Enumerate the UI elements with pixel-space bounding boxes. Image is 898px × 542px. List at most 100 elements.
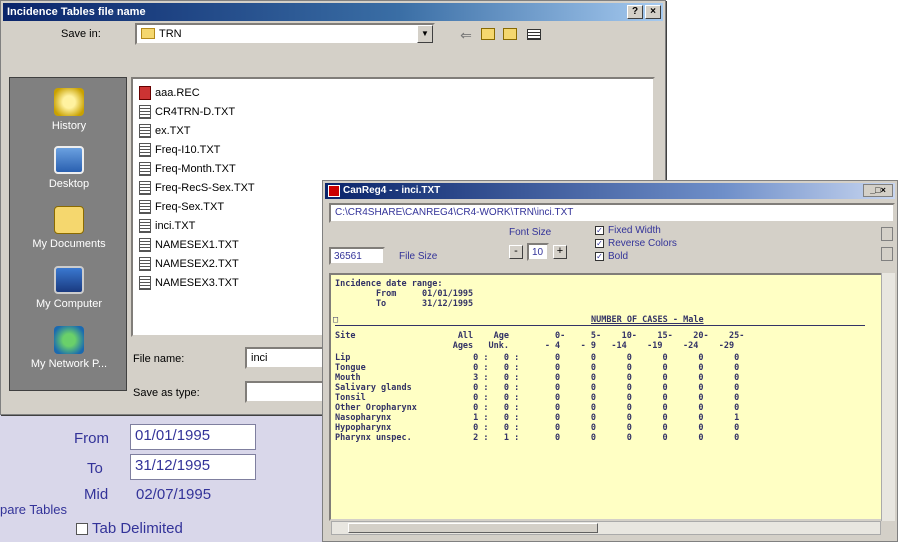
to-label: To	[87, 460, 103, 477]
from-date-field[interactable]: 01/01/1995	[130, 424, 256, 450]
place-desktop[interactable]: Desktop	[10, 146, 128, 190]
report-line: Salivary glands 0 : 0 : 0 0 0 0 0 0	[335, 383, 740, 393]
place-label: Desktop	[48, 178, 90, 190]
font-decrease-button[interactable]: -	[509, 245, 523, 259]
report-divider	[335, 325, 865, 326]
file-name: inci.TXT	[155, 220, 196, 232]
text-file-icon	[139, 238, 151, 253]
help-button[interactable]: ?	[627, 5, 643, 19]
report-line: Mouth 3 : 0 : 0 0 0 0 0 0	[335, 373, 740, 383]
text-file-icon	[139, 257, 151, 272]
bold-checkbox[interactable]: ✓ Bold	[595, 251, 628, 262]
tab-delimited-checkbox[interactable]: Tab Delimited	[76, 520, 183, 537]
chevron-down-icon[interactable]: ▼	[417, 25, 433, 43]
file-name: Freq-RecS-Sex.TXT	[155, 182, 255, 194]
report-line: Lip 0 : 0 : 0 0 0 0 0 0	[335, 353, 740, 363]
back-arrow-icon[interactable]: ⇐	[457, 27, 475, 43]
report-line: Tonsil 0 : 0 : 0 0 0 0 0 0	[335, 393, 740, 403]
to-date-field[interactable]: 31/12/1995	[130, 454, 256, 480]
canreg-title: CanReg4 - - inci.TXT	[343, 185, 441, 196]
side-button[interactable]	[881, 247, 893, 261]
file-name: aaa.REC	[155, 87, 200, 99]
list-item[interactable]: inci.TXT	[139, 218, 195, 234]
list-item[interactable]: Freq-I10.TXT	[139, 142, 220, 158]
place-my-computer[interactable]: My Computer	[10, 266, 128, 310]
report-line: Incidence date range:	[335, 279, 443, 289]
network-icon	[54, 326, 84, 354]
save-in-label: Save in:	[61, 28, 101, 40]
list-item[interactable]: ex.TXT	[139, 123, 190, 139]
scroll-thumb[interactable]	[348, 523, 598, 533]
file-name: NAMESEX1.TXT	[155, 239, 239, 251]
new-folder-icon[interactable]	[501, 27, 519, 43]
text-file-icon	[139, 105, 151, 120]
list-item[interactable]: CR4TRN-D.TXT	[139, 104, 235, 120]
list-item[interactable]: Freq-RecS-Sex.TXT	[139, 180, 255, 196]
list-item[interactable]: NAMESEX1.TXT	[139, 237, 239, 253]
up-folder-icon[interactable]	[479, 27, 497, 43]
checkmark-icon: ✓	[595, 238, 604, 248]
place-label: My Documents	[32, 238, 106, 250]
file-name: Freq-I10.TXT	[155, 144, 221, 156]
list-item[interactable]: aaa.REC	[139, 85, 200, 101]
save-in-value: TRN	[159, 28, 182, 40]
file-size-value: 36561	[329, 247, 385, 265]
view-menu-icon[interactable]	[525, 27, 543, 43]
report-text-area[interactable]: Incidence date range: From 01/01/1995 To…	[329, 273, 889, 521]
vertical-scrollbar[interactable]	[881, 273, 895, 521]
places-bar: History Desktop My Documents My Computer…	[9, 77, 127, 391]
text-file-icon	[139, 200, 151, 215]
horizontal-scrollbar[interactable]	[331, 521, 881, 535]
save-in-dropdown[interactable]: TRN ▼	[135, 23, 435, 45]
checkmark-icon: ✓	[595, 225, 604, 235]
from-label: From	[74, 430, 109, 447]
report-line: Hypopharynx 0 : 0 : 0 0 0 0 0 0	[335, 423, 740, 433]
file-name: Freq-Sex.TXT	[155, 201, 225, 213]
place-my-network[interactable]: My Network P...	[10, 326, 128, 370]
place-label: My Network P...	[30, 358, 108, 370]
report-line: Tongue 0 : 0 : 0 0 0 0 0 0	[335, 363, 740, 373]
file-name: Freq-Month.TXT	[155, 163, 236, 175]
save-as-type-label: Save as type:	[133, 387, 200, 399]
text-file-icon	[139, 143, 151, 158]
close-button[interactable]: ×	[645, 5, 661, 19]
report-line: Other Oropharynx 0 : 0 : 0 0 0 0 0 0	[335, 403, 740, 413]
file-name: NAMESEX3.TXT	[155, 277, 239, 289]
report-header: NUMBER OF CASES - Male	[591, 315, 704, 325]
reverse-colors-checkbox[interactable]: ✓ Reverse Colors	[595, 238, 677, 249]
canreg-titlebar: CanReg4 - - inci.TXT _□×	[325, 183, 895, 199]
mid-date-value: 02/07/1995	[136, 486, 212, 503]
text-file-icon	[139, 219, 151, 234]
file-name: NAMESEX2.TXT	[155, 258, 239, 270]
place-history[interactable]: History	[10, 88, 128, 132]
file-path-field[interactable]: C:\CR4SHARE\CANREG4\CR4-WORK\TRN\inci.TX…	[329, 203, 895, 223]
canreg-window: CanReg4 - - inci.TXT _□× C:\CR4SHARE\CAN…	[322, 180, 898, 542]
report-line: Pharynx unspec. 2 : 1 : 0 0 0 0 0 0	[335, 433, 740, 443]
report-line: Site All Age 0- 5- 10- 15- 20- 25-	[335, 331, 745, 341]
report-line: From 01/01/1995	[335, 289, 474, 299]
text-file-icon	[139, 276, 151, 291]
list-item[interactable]: NAMESEX3.TXT	[139, 275, 239, 291]
side-button[interactable]	[881, 227, 893, 241]
text-file-icon	[139, 181, 151, 196]
font-size-input[interactable]: 10	[527, 243, 549, 261]
fixed-width-checkbox[interactable]: ✓ Fixed Width	[595, 225, 661, 236]
folder-icon	[141, 28, 155, 39]
window-controls[interactable]: _□×	[863, 184, 893, 197]
prepare-tables-label: pare Tables	[0, 502, 67, 517]
tab-delimited-label: Tab Delimited	[92, 520, 183, 537]
font-increase-button[interactable]: +	[553, 245, 567, 259]
text-file-icon	[139, 124, 151, 139]
file-size-label: File Size	[399, 251, 438, 262]
rec-file-icon	[139, 86, 151, 101]
place-label: History	[51, 120, 87, 132]
list-item[interactable]: Freq-Month.TXT	[139, 161, 236, 177]
list-item[interactable]: Freq-Sex.TXT	[139, 199, 224, 215]
list-item[interactable]: NAMESEX2.TXT	[139, 256, 239, 272]
place-my-documents[interactable]: My Documents	[10, 206, 128, 250]
mid-label: Mid	[84, 486, 109, 503]
dialog-title: Incidence Tables file name	[7, 6, 146, 18]
report-line: To 31/12/1995	[335, 299, 474, 309]
computer-icon	[54, 266, 84, 294]
file-name-label: File name:	[133, 353, 185, 365]
